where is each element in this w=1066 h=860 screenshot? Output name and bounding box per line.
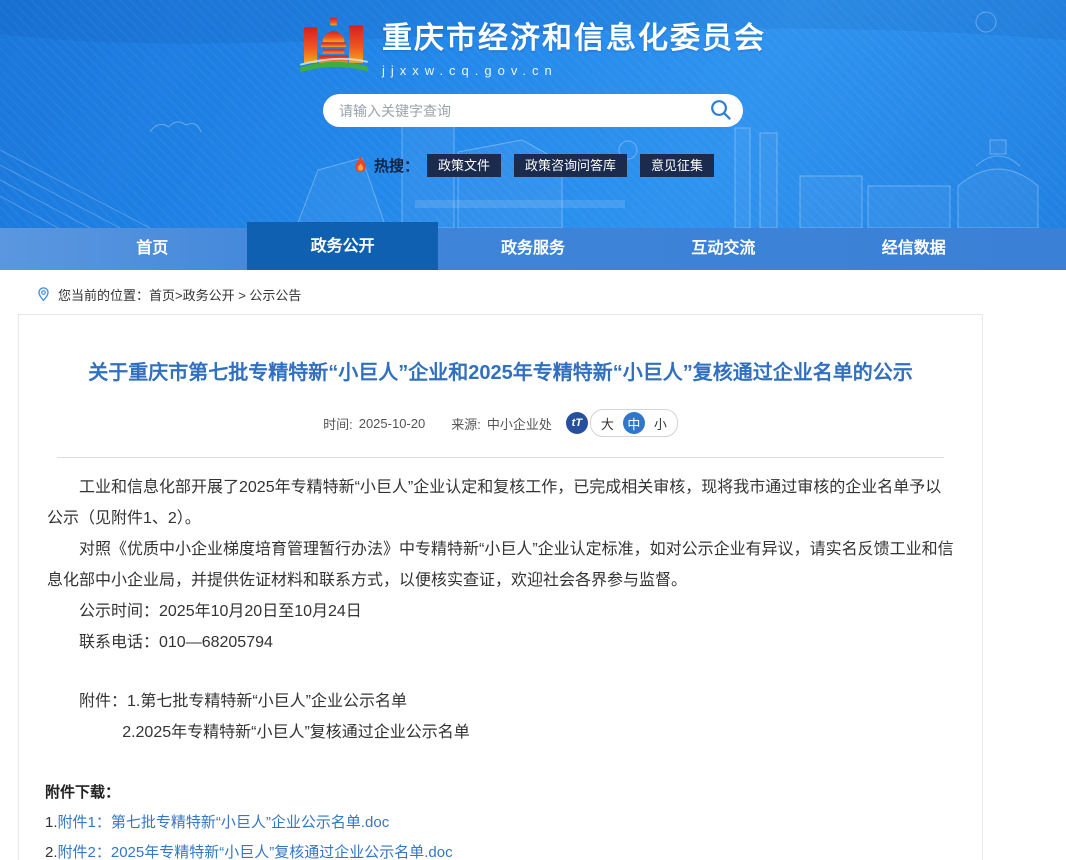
breadcrumb: 您当前的位置： 首页>政务公开 > 公示公告 <box>0 270 1066 314</box>
font-size-switcher: 大 中 小 <box>590 409 678 437</box>
hot-search-row: 热搜： 政策文件 政策咨询问答库 意见征集 <box>0 154 1066 177</box>
attachments-section: 附件下载： 1.附件1：第七批专精特新“小巨人”企业公示名单.doc 2.附件2… <box>45 778 956 860</box>
search-icon <box>710 99 732 121</box>
nav-item-interaction[interactable]: 互动交流 <box>628 228 818 270</box>
paragraph-supervision: 对照《优质中小企业梯度培育管理暂行办法》中专精特新“小巨人”企业认定标准，如对公… <box>47 534 954 596</box>
paragraph-annex-2: 2.2025年专精特新“小巨人”复核通过企业公示名单 <box>47 717 954 748</box>
nav-item-gov-info[interactable]: 政务公开 <box>247 222 437 270</box>
meta-time-label: 时间: <box>323 414 353 433</box>
meta-source-value: 中小企业处 <box>487 414 552 433</box>
attachment-index: 1. <box>45 814 58 831</box>
site-banner: 重庆市经济和信息化委员会 jjxxw.cq.gov.cn 热搜： 政策文件 政策… <box>0 0 1066 228</box>
meta-source-label: 来源: <box>451 414 481 433</box>
hot-search-label: 热搜： <box>374 155 419 176</box>
site-url: jjxxw.cq.gov.cn <box>382 63 766 78</box>
font-size-small[interactable]: 小 <box>654 414 667 433</box>
search-bar <box>323 94 743 127</box>
attachment-link-1[interactable]: 附件1：第七批专精特新“小巨人”企业公示名单.doc <box>58 814 390 831</box>
article-body: 工业和信息化部开展了2025年专精特新“小巨人”企业认定和复核工作，已完成相关审… <box>45 472 956 748</box>
search-button[interactable] <box>709 99 733 123</box>
breadcrumb-path[interactable]: 首页>政务公开 > 公示公告 <box>149 285 301 304</box>
font-resize-icon[interactable]: tT <box>566 412 588 434</box>
site-logo-icon <box>300 16 368 76</box>
font-size-large[interactable]: 大 <box>601 414 614 433</box>
paragraph-intro: 工业和信息化部开展了2025年专精特新“小巨人”企业认定和复核工作，已完成相关审… <box>47 472 954 534</box>
attachment-index: 2. <box>45 844 58 860</box>
nav-item-gov-services[interactable]: 政务服务 <box>438 228 628 270</box>
paragraph-contact-phone: 联系电话：010—68205794 <box>47 627 954 658</box>
paragraph-publicity-period: 公示时间：2025年10月20日至10月24日 <box>47 596 954 627</box>
site-logo[interactable]: 重庆市经济和信息化委员会 jjxxw.cq.gov.cn <box>0 0 1066 78</box>
hot-tag-opinions[interactable]: 意见征集 <box>640 154 714 177</box>
nav-item-data[interactable]: 经信数据 <box>819 228 1009 270</box>
paragraph-annex-1: 附件：1.第七批专精特新“小巨人”企业公示名单 <box>47 686 954 717</box>
location-pin-icon <box>36 286 51 303</box>
attachments-heading: 附件下载： <box>45 778 956 808</box>
site-name: 重庆市经济和信息化委员会 <box>382 13 766 57</box>
breadcrumb-prefix: 您当前的位置： <box>58 285 149 304</box>
attachment-row: 1.附件1：第七批专精特新“小巨人”企业公示名单.doc <box>45 808 956 838</box>
meta-divider <box>57 457 944 458</box>
hot-tag-policy-docs[interactable]: 政策文件 <box>427 154 501 177</box>
article-title: 关于重庆市第七批专精特新“小巨人”企业和2025年专精特新“小巨人”复核通过企业… <box>45 315 956 387</box>
attachment-row: 2.附件2：2025年专精特新“小巨人”复核通过企业公示名单.doc <box>45 838 956 860</box>
article-meta: 时间: 2025-10-20 来源: 中小企业处 tT 大 中 小 <box>45 409 956 437</box>
main-nav: 首页 政务公开 政务服务 互动交流 经信数据 <box>0 228 1066 270</box>
nav-item-home[interactable]: 首页 <box>57 228 247 270</box>
attachment-link-2[interactable]: 附件2：2025年专精特新“小巨人”复核通过企业公示名单.doc <box>58 844 453 860</box>
font-size-medium[interactable]: 中 <box>623 412 645 434</box>
search-input[interactable] <box>323 94 743 127</box>
article-card: 关于重庆市第七批专精特新“小巨人”企业和2025年专精特新“小巨人”复核通过企业… <box>18 314 983 860</box>
hot-tag-policy-qa[interactable]: 政策咨询问答库 <box>514 154 627 177</box>
flame-icon <box>352 156 369 175</box>
meta-time-value: 2025-10-20 <box>359 416 426 431</box>
